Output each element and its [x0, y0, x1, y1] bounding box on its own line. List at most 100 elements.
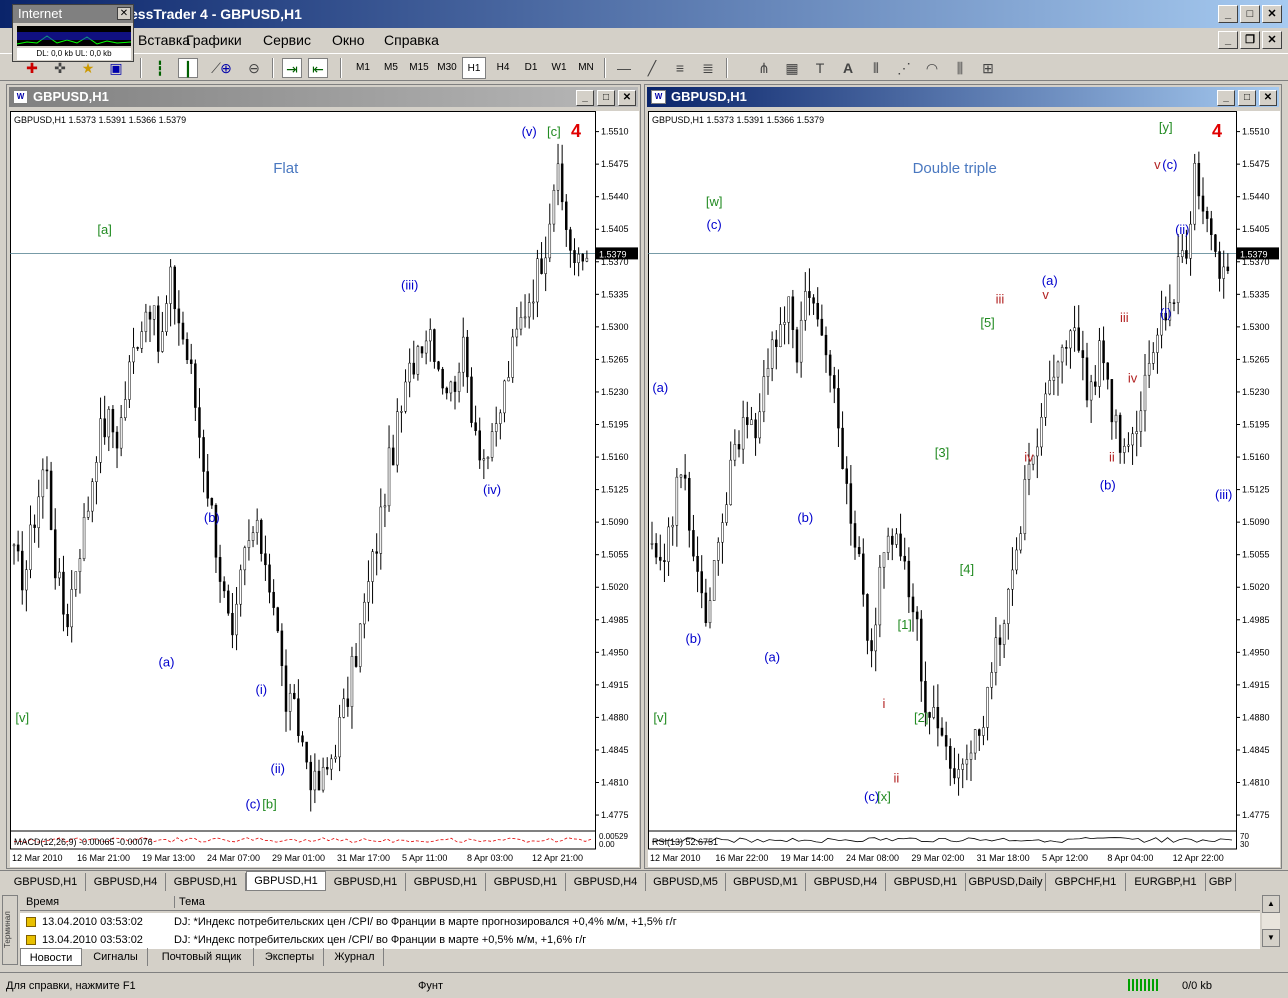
chart-tab[interactable]: GBPUSD,H1	[886, 873, 966, 891]
terminal-tab-signals[interactable]: Сигналы	[84, 948, 148, 966]
child-close-button[interactable]: ✕	[1262, 31, 1282, 49]
internet-close-button[interactable]: ✕	[117, 7, 131, 20]
menu-insert[interactable]: Вставка	[138, 32, 190, 48]
hline-icon[interactable]: —	[614, 58, 634, 78]
indicator-level: 30	[1240, 840, 1249, 849]
trendline-icon[interactable]: ╱	[642, 58, 662, 78]
menu-help[interactable]: Справка	[384, 32, 439, 48]
terminal-scrollbar[interactable]: ▲ ▼	[1262, 895, 1280, 947]
candle-body	[507, 377, 510, 382]
tf-d1[interactable]: D1	[520, 57, 542, 79]
chart-maximize-button[interactable]: □	[597, 90, 615, 106]
candle-body	[741, 417, 745, 450]
candle-body	[903, 555, 906, 562]
wave-label: (iv)	[483, 482, 501, 497]
chart-shift-icon[interactable]: ⇤	[308, 58, 328, 78]
col-topic[interactable]: Тема	[174, 896, 205, 908]
col-time[interactable]: Время	[26, 896, 59, 908]
chart-tab[interactable]: GBPUSD,H1	[166, 873, 246, 891]
menu-charts[interactable]: Графики	[186, 32, 242, 48]
time-zones-icon[interactable]: ⫼	[950, 58, 970, 78]
scroll-down-icon[interactable]: ▼	[1262, 929, 1280, 947]
candle-body	[928, 712, 931, 718]
chart-close-button[interactable]: ✕	[618, 90, 636, 106]
tf-m15[interactable]: M15	[406, 57, 432, 79]
wave-label: [3]	[935, 445, 949, 460]
chart-canvas[interactable]: 1.55101.54751.54401.54051.53701.53351.53…	[648, 111, 1280, 867]
menu-service[interactable]: Сервис	[263, 32, 311, 48]
terminal-tab-news[interactable]: Новости	[20, 948, 82, 966]
bar-chart-icon[interactable]: ┇	[150, 58, 170, 78]
channel-icon[interactable]: ≡	[670, 58, 690, 78]
scroll-up-icon[interactable]: ▲	[1262, 895, 1280, 913]
news-row[interactable]: 13.04.2010 03:53:02 DJ: *Индекс потребит…	[20, 931, 1260, 949]
fib-icon[interactable]: ≣	[698, 58, 718, 78]
news-row[interactable]: 13.04.2010 03:53:02 DJ: *Индекс потребит…	[20, 913, 1260, 931]
chart-tab[interactable]: GBPUSD,H1	[246, 871, 326, 891]
chart-tab[interactable]: EURGBP,H1	[1126, 873, 1206, 891]
terminal-tab-journal[interactable]: Журнал	[326, 948, 384, 966]
chart-tab[interactable]: GBPUSD,H4	[806, 873, 886, 891]
wave-label: (c)	[245, 797, 260, 812]
tf-h1[interactable]: H1	[462, 57, 486, 79]
autoscroll-icon[interactable]: ⇥	[282, 58, 302, 78]
tf-mn[interactable]: MN	[575, 57, 597, 79]
fan-icon[interactable]: ⋰	[894, 58, 914, 78]
chart-tab[interactable]: GBPCHF,H1	[1046, 873, 1126, 891]
chart-tab[interactable]: GBPUSD,H4	[566, 873, 646, 891]
chart-tab[interactable]: GBPUSD,H1	[486, 873, 566, 891]
candle-body	[400, 411, 403, 413]
menu-window[interactable]: Окно	[332, 32, 365, 48]
zoom-out-icon[interactable]: ⊖	[244, 58, 264, 78]
chart-tab[interactable]: GBPUSD,Daily	[966, 873, 1046, 891]
candle-chart-icon[interactable]: ┃	[178, 58, 198, 78]
minimize-button[interactable]: _	[1218, 5, 1238, 23]
x-tick-label: 8 Apr 03:00	[467, 853, 513, 863]
tf-h4[interactable]: H4	[492, 57, 514, 79]
candle-body	[1185, 250, 1188, 259]
terminal-tab-experts[interactable]: Эксперты	[256, 948, 324, 966]
candle-body	[544, 257, 547, 274]
fib-levels-icon[interactable]: ⫴	[866, 58, 886, 78]
chart-tab[interactable]: GBPUSD,M5	[646, 873, 726, 891]
candle-body	[679, 474, 683, 478]
tf-w1[interactable]: W1	[548, 57, 570, 79]
y-tick-label: 1.5055	[601, 550, 629, 560]
tf-m30[interactable]: M30	[434, 57, 460, 79]
chart-canvas[interactable]: 1.55101.54751.54401.54051.53701.53351.53…	[10, 111, 639, 867]
candle-body	[1152, 352, 1155, 364]
wave-label: (i)	[256, 682, 268, 697]
candle-body	[243, 547, 247, 571]
maximize-button[interactable]: □	[1240, 5, 1260, 23]
candle-body	[519, 317, 523, 330]
chart-window-icon: W	[651, 90, 666, 104]
tf-m5[interactable]: M5	[380, 57, 402, 79]
chart-minimize-button[interactable]: _	[576, 90, 594, 106]
chart-close-button[interactable]: ✕	[1259, 90, 1277, 106]
text-icon[interactable]: A	[838, 58, 858, 78]
chart-maximize-button[interactable]: □	[1238, 90, 1256, 106]
pitchfork-icon[interactable]: ⋔	[754, 58, 774, 78]
tf-m1[interactable]: M1	[352, 57, 374, 79]
child-minimize-button[interactable]: _	[1218, 31, 1238, 49]
chart-tab[interactable]: GBPUSD,H4	[86, 873, 166, 891]
chart-tab[interactable]: GBPUSD,M1	[726, 873, 806, 891]
close-button[interactable]: ✕	[1262, 5, 1282, 23]
chart-tab[interactable]: GBPUSD,H1	[326, 873, 406, 891]
candle-body	[177, 308, 181, 324]
candle-body	[994, 637, 998, 673]
text-label-icon[interactable]: T	[810, 58, 830, 78]
y-tick-label: 1.4985	[601, 615, 629, 625]
chart-tab[interactable]: GBP	[1206, 873, 1236, 891]
chart-tab[interactable]: GBPUSD,H1	[6, 873, 86, 891]
expansion-icon[interactable]: ⊞	[978, 58, 998, 78]
chart-minimize-button[interactable]: _	[1217, 90, 1235, 106]
arc-icon[interactable]: ◠	[922, 58, 942, 78]
candle-body	[754, 419, 757, 439]
zoom-in-icon[interactable]: ⊕	[216, 58, 236, 78]
child-restore-button[interactable]: ❐	[1240, 31, 1260, 49]
chart-tab[interactable]: GBPUSD,H1	[406, 873, 486, 891]
grid-icon[interactable]: ▦	[782, 58, 802, 78]
candle-body	[416, 346, 420, 375]
terminal-tab-mailbox[interactable]: Почтовый ящик	[150, 948, 254, 966]
